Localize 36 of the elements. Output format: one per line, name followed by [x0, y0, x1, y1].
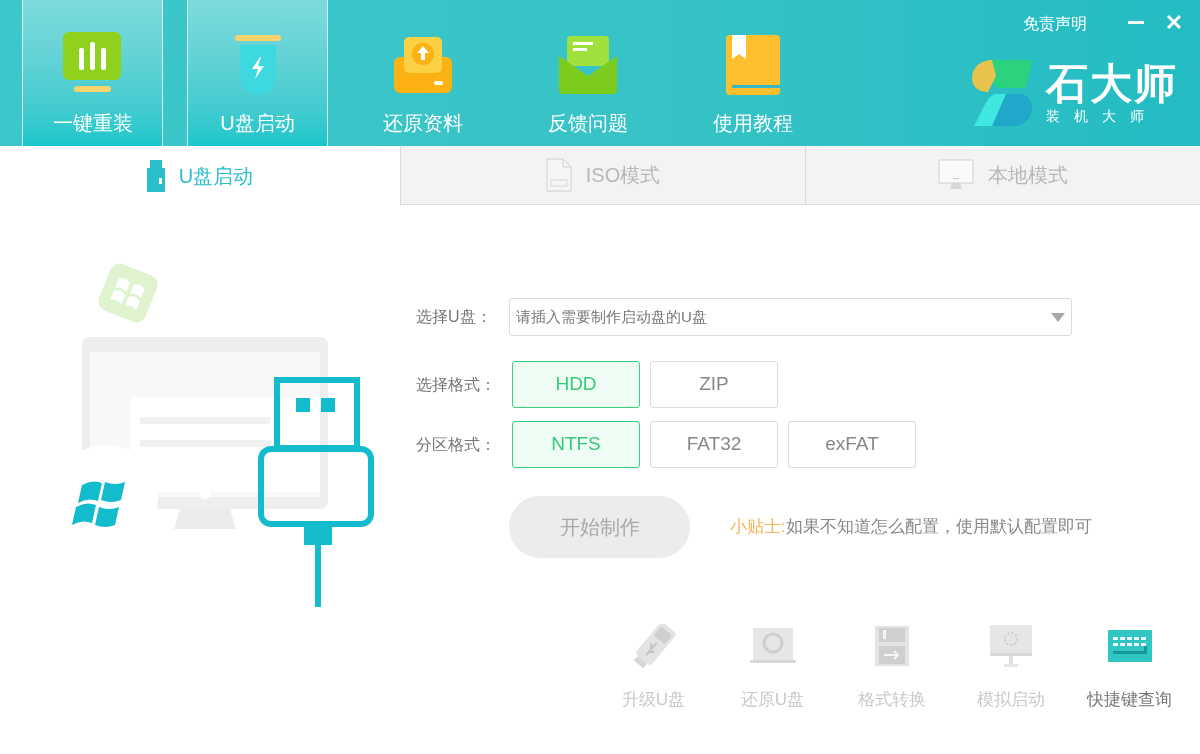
- option-button[interactable]: exFAT: [788, 421, 916, 468]
- envelope-icon: [558, 36, 617, 94]
- monitor-icon: [938, 159, 974, 191]
- tool-button[interactable]: 快捷键查询: [1070, 621, 1189, 713]
- tip-text: 小贴士:如果不知道怎么配置，使用默认配置即可: [730, 516, 1092, 539]
- book-icon: [725, 35, 780, 95]
- option-button[interactable]: NTFS: [512, 421, 640, 468]
- close-button[interactable]: [1164, 12, 1184, 32]
- logo-tagline: 装 机 大 师: [1046, 107, 1149, 125]
- nav-tab[interactable]: 还原资料: [352, 0, 493, 146]
- keyboard-icon: [1107, 630, 1152, 662]
- close-icon: [1166, 14, 1182, 30]
- mode-tab[interactable]: 本地模式: [805, 146, 1200, 205]
- usb-stick-icon: [146, 159, 165, 192]
- nav-tab[interactable]: 反馈问题: [517, 0, 658, 146]
- logo-text: 石大师: [1046, 61, 1178, 107]
- nav-tab[interactable]: 使用教程: [682, 0, 823, 146]
- logo-icon: [972, 60, 1034, 126]
- field-label: 选择U盘：: [416, 307, 493, 327]
- document-icon: [545, 158, 572, 192]
- laptop-icon: [749, 628, 796, 664]
- option-button[interactable]: HDD: [512, 361, 640, 408]
- field-label: 选择格式：: [416, 374, 497, 395]
- disclaimer-link[interactable]: 免责声明: [1023, 12, 1087, 36]
- option-button[interactable]: ZIP: [650, 361, 778, 408]
- minimize-icon: [1128, 20, 1144, 24]
- shield-lightning-icon: [232, 35, 283, 95]
- nav-tab[interactable]: U盘启动: [187, 0, 328, 146]
- tray-upload-icon: [393, 37, 452, 93]
- monitor-loading-icon: [989, 625, 1032, 667]
- field-label: 分区格式：: [416, 434, 497, 455]
- nav-tab[interactable]: 一键重装: [22, 0, 163, 146]
- option-button[interactable]: FAT32: [650, 421, 778, 468]
- dropdown-caret-icon: [1051, 312, 1065, 322]
- mode-tab[interactable]: ISO模式: [400, 146, 805, 205]
- drive-dropdown[interactable]: 请插入需要制作启动盘的U盘: [509, 298, 1072, 336]
